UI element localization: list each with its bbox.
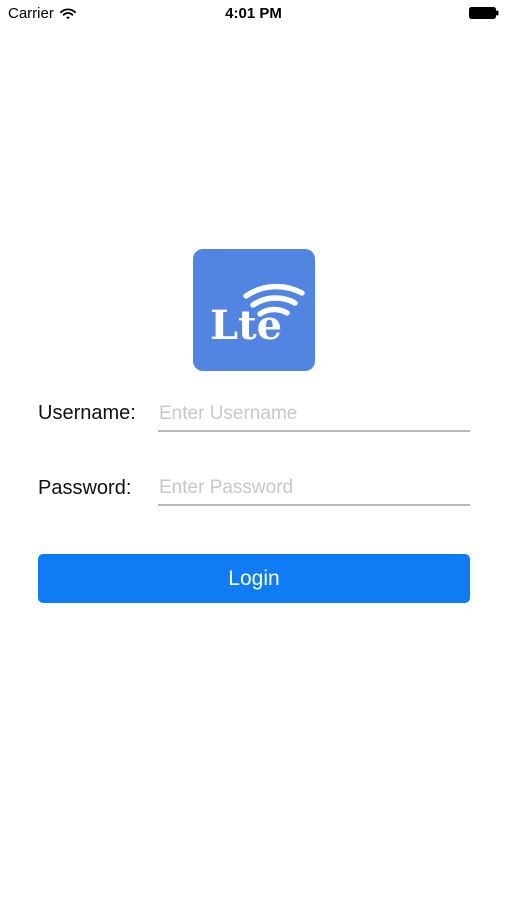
- status-time: 4:01 PM: [225, 5, 282, 22]
- lte-signal-icon: Lte: [210, 283, 305, 349]
- login-button[interactable]: Login: [38, 554, 470, 603]
- username-label: Username:: [38, 402, 136, 424]
- status-bar: Carrier 4:01 PM: [0, 0, 507, 28]
- username-input[interactable]: [158, 398, 470, 432]
- password-input[interactable]: [158, 472, 470, 506]
- logo-text: Lte: [210, 302, 282, 349]
- password-label: Password:: [38, 477, 132, 499]
- battery-full-icon: [469, 7, 499, 19]
- app-logo: Lte: [193, 249, 315, 371]
